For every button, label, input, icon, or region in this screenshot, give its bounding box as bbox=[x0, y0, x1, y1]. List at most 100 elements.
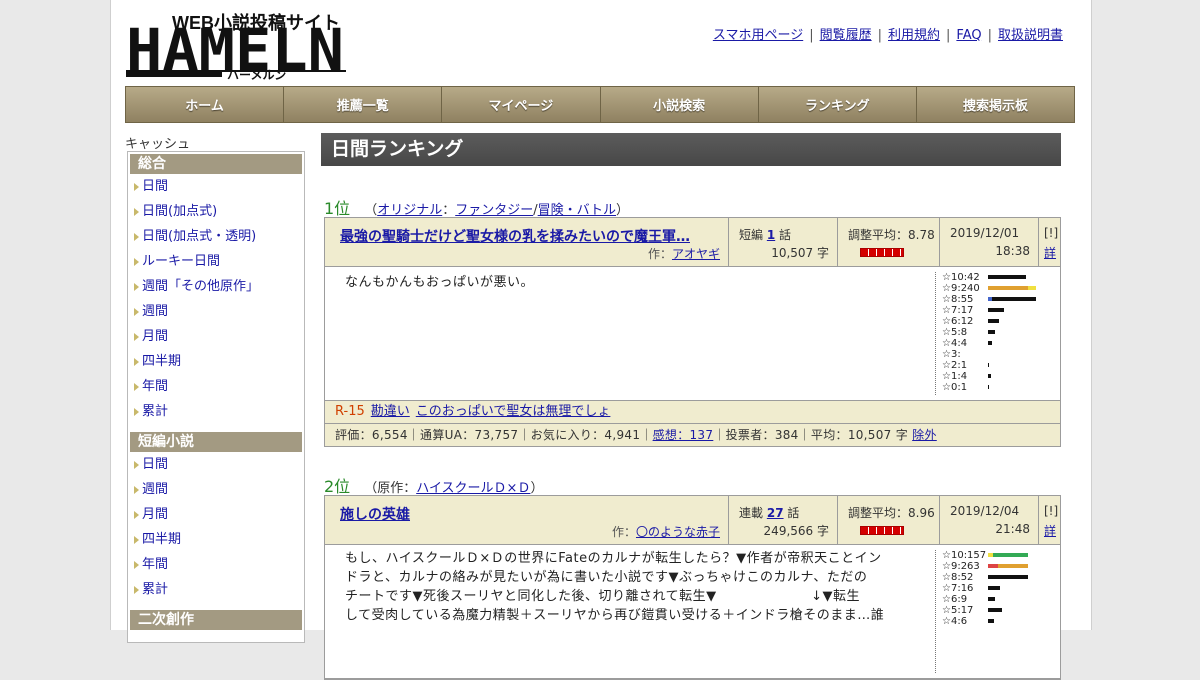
sidebar-item-weekly-other[interactable]: 週間「その他原作」 bbox=[128, 274, 304, 299]
reviews-link[interactable]: 感想：137 bbox=[653, 428, 714, 442]
rating-dist-row: ☆7:17 bbox=[942, 305, 1004, 316]
rating-dist-segment bbox=[1028, 286, 1036, 290]
author-link[interactable]: 〇のような赤子 bbox=[636, 525, 720, 539]
rating-dist-segment bbox=[988, 319, 999, 323]
rating-dist-segment bbox=[988, 374, 991, 378]
detail-link[interactable]: 詳 bbox=[1044, 244, 1056, 261]
rating-bar bbox=[860, 526, 904, 535]
main-nav: ホーム 推薦一覧 マイページ 小説検索 ランキング 捜索掲示板 bbox=[125, 86, 1075, 123]
tag-link[interactable]: このおっぱいで聖女は無理でしょ bbox=[416, 404, 611, 419]
hameln-logo-icon: WEB小説投稿サイト HAMELN ハーメルン bbox=[126, 12, 346, 84]
sidebar-caption: キャッシュ bbox=[125, 137, 191, 152]
sidebar-item-short-weekly[interactable]: 週間 bbox=[128, 477, 304, 502]
sidebar-item-weekly[interactable]: 週間 bbox=[128, 299, 304, 324]
author-link[interactable]: アオヤギ bbox=[672, 247, 720, 261]
episode-count-link[interactable]: 27 bbox=[767, 506, 784, 520]
novel-card: 施しの英雄 作：〇のような赤子 連載 27 話 249,566 字 調整平均：8… bbox=[324, 495, 1061, 680]
update-date: 2019/12/01 bbox=[950, 226, 1020, 240]
avg-cell: 調整平均：8.96 bbox=[838, 496, 940, 544]
faq-link[interactable]: FAQ bbox=[956, 28, 981, 43]
rating-dist-label: ☆10:157 bbox=[942, 550, 987, 561]
episode-count-link[interactable]: 1 bbox=[767, 228, 775, 242]
char-count: 249,566 字 bbox=[763, 524, 829, 538]
sidebar-item-daily[interactable]: 日間 bbox=[128, 174, 304, 199]
sidebar-item-short-daily[interactable]: 日間 bbox=[128, 452, 304, 477]
rating-dist-bar bbox=[988, 553, 1028, 558]
sidebar-item-monthly[interactable]: 月間 bbox=[128, 324, 304, 349]
nav-mypage[interactable]: マイページ bbox=[442, 87, 601, 122]
date-cell: 2019/12/04 21:48 bbox=[940, 496, 1039, 544]
rating-dist-bar bbox=[988, 341, 992, 346]
rating-dist-segment bbox=[988, 575, 1028, 579]
sidebar-section-title: 総合 bbox=[130, 154, 302, 174]
manual-link[interactable]: 取扱説明書 bbox=[998, 28, 1063, 43]
rating-dist-bar bbox=[988, 564, 1028, 569]
sidebar: 総合 日間 日間(加点式) 日間(加点式・透明) ルーキー日間 週間「その他原作… bbox=[127, 151, 305, 643]
detail-link[interactable]: 詳 bbox=[1044, 522, 1056, 539]
novel-type: 連載 bbox=[739, 506, 764, 520]
exclude-link[interactable]: 除外 bbox=[912, 428, 937, 442]
nav-recommend[interactable]: 推薦一覧 bbox=[284, 87, 443, 122]
rating-dist-segment bbox=[988, 330, 995, 334]
novel-title-link[interactable]: 最強の聖騎士だけど聖女様の乳を揉みたいので魔王軍… bbox=[340, 226, 715, 246]
genre-link[interactable]: ファンタジー bbox=[455, 203, 533, 218]
sidebar-item-rookie-daily[interactable]: ルーキー日間 bbox=[128, 249, 304, 274]
genre-bracket: （原作： bbox=[364, 481, 417, 496]
adjusted-average: 調整平均：8.78 bbox=[848, 228, 935, 242]
rating-dist-row: ☆10:42 bbox=[942, 272, 1026, 283]
genre-bracket: ） bbox=[616, 203, 630, 218]
original-work-link[interactable]: ハイスクールＤ×Ｄ bbox=[416, 481, 530, 496]
rating-dist-row: ☆3: bbox=[942, 349, 961, 360]
sidebar-item-short-quarterly[interactable]: 四半期 bbox=[128, 527, 304, 552]
genre-link[interactable]: オリジナル bbox=[377, 203, 442, 218]
rating-dist-label: ☆8:52 bbox=[942, 572, 974, 583]
rating-dist-row: ☆6:9 bbox=[942, 594, 995, 605]
nav-search[interactable]: 小説検索 bbox=[600, 87, 759, 122]
synopsis: なんもかんもおっぱいが悪い。 bbox=[345, 275, 535, 290]
rank-position: 1位 bbox=[324, 199, 351, 218]
rating-dist-segment bbox=[988, 564, 998, 568]
rating-dist-label: ☆0:1 bbox=[942, 382, 968, 393]
rating-dist-segment bbox=[988, 363, 989, 367]
header-links: スマホ用ページ | 閲覧履歴 | 利用規約 | FAQ | 取扱説明書 bbox=[712, 28, 1063, 43]
nav-board[interactable]: 捜索掲示板 bbox=[916, 87, 1075, 122]
char-count: 10,507 字 bbox=[771, 246, 829, 260]
title-cell: 施しの英雄 作：〇のような赤子 bbox=[325, 496, 729, 544]
sidebar-item-daily-points[interactable]: 日間(加点式) bbox=[128, 199, 304, 224]
smartphone-link[interactable]: スマホ用ページ bbox=[713, 28, 803, 43]
history-link[interactable]: 閲覧履歴 bbox=[820, 28, 872, 43]
sidebar-section-title: 短編小説 bbox=[130, 432, 302, 452]
author: 作：〇のような赤子 bbox=[611, 525, 720, 539]
genre-link[interactable]: 冒険・バトル bbox=[538, 203, 616, 218]
rating-dist-label: ☆8:55 bbox=[942, 294, 974, 305]
nav-home[interactable]: ホーム bbox=[126, 87, 285, 122]
sidebar-item-total[interactable]: 累計 bbox=[128, 399, 304, 424]
detail-cell: [!] 詳 bbox=[1039, 496, 1060, 544]
rating-r15-tag[interactable]: R-15 bbox=[335, 404, 365, 419]
rating-dist-label: ☆6:12 bbox=[942, 316, 974, 327]
sidebar-section-title: 二次創作 bbox=[130, 610, 302, 630]
rating-dist-row: ☆1:4 bbox=[942, 371, 991, 382]
sidebar-item-daily-points-transparent[interactable]: 日間(加点式・透明) bbox=[128, 224, 304, 249]
rating-dist-label: ☆9:263 bbox=[942, 561, 980, 572]
terms-link[interactable]: 利用規約 bbox=[888, 28, 940, 43]
sidebar-item-yearly[interactable]: 年間 bbox=[128, 374, 304, 399]
novel-title-link[interactable]: 施しの英雄 bbox=[340, 504, 715, 524]
sidebar-item-quarterly[interactable]: 四半期 bbox=[128, 349, 304, 374]
tag-link[interactable]: 勘違い bbox=[371, 404, 410, 419]
rating-dist-bar bbox=[988, 597, 995, 602]
nav-ranking[interactable]: ランキング bbox=[758, 87, 917, 122]
svg-text:ハーメルン: ハーメルン bbox=[227, 68, 286, 80]
rating-dist-row: ☆7:16 bbox=[942, 583, 1000, 594]
stats-text: ｜投票者：384｜平均：10,507 字 bbox=[713, 428, 909, 442]
warning-flag: [!] bbox=[1044, 226, 1059, 240]
novel-type: 短編 bbox=[739, 228, 764, 242]
rating-dist-segment bbox=[988, 308, 1004, 312]
sidebar-item-short-yearly[interactable]: 年間 bbox=[128, 552, 304, 577]
sidebar-item-short-monthly[interactable]: 月間 bbox=[128, 502, 304, 527]
sidebar-item-short-total[interactable]: 累計 bbox=[128, 577, 304, 602]
site-logo[interactable]: WEB小説投稿サイト HAMELN ハーメルン bbox=[126, 10, 346, 84]
length-cell: 連載 27 話 249,566 字 bbox=[729, 496, 838, 544]
rating-dist-row: ☆6:12 bbox=[942, 316, 999, 327]
rating-dist-segment bbox=[988, 586, 1000, 590]
